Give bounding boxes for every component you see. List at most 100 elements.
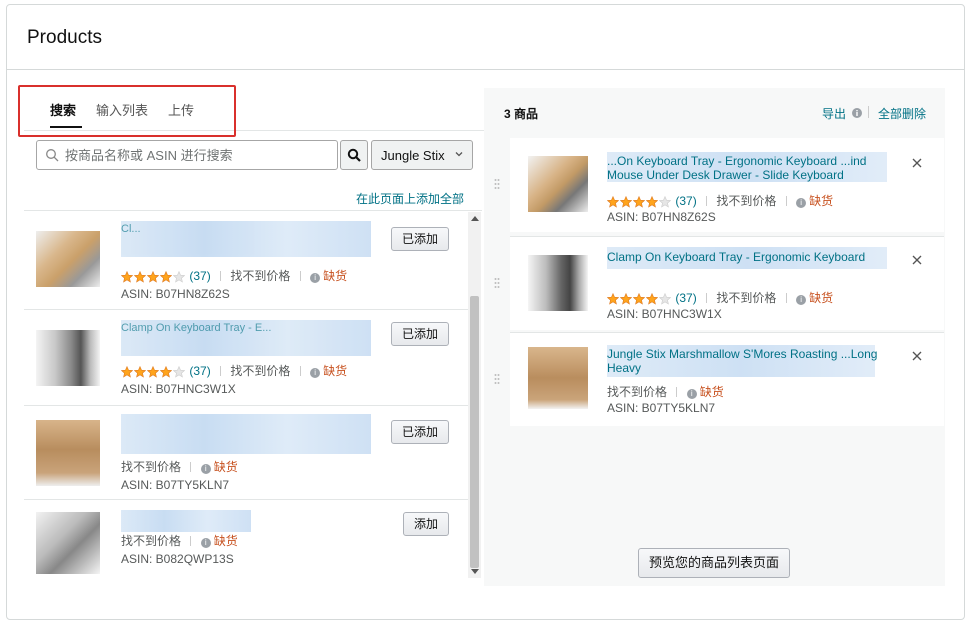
remove-icon[interactable]: [910, 156, 924, 170]
asin-label: ASIN: B07TY5KLN7: [607, 401, 716, 415]
star-icon: [173, 270, 185, 283]
stock-status: 缺货: [213, 534, 238, 548]
info-icon: i: [200, 538, 211, 548]
search-field[interactable]: [36, 140, 338, 170]
price-label: 找不到价格: [607, 385, 668, 399]
selected-item: Jungle Stix Marshmallow S'Mores Roasting…: [494, 332, 944, 426]
scroll-thumb[interactable]: [470, 296, 479, 568]
price-label: 找不到价格: [121, 460, 182, 474]
info-icon: i: [200, 464, 211, 474]
divider: [706, 196, 708, 206]
product-thumbnail: [36, 231, 100, 287]
star-icon: [620, 195, 632, 208]
divider: [299, 271, 301, 281]
review-count[interactable]: (37): [189, 364, 210, 378]
star-icon: [160, 365, 172, 378]
divider: [676, 387, 678, 397]
stock-status: 缺货: [809, 194, 834, 208]
export-link[interactable]: 导出: [822, 105, 846, 122]
brand-select[interactable]: Jungle Stix: [371, 140, 473, 170]
divider: [190, 462, 192, 472]
rating-stars: [121, 365, 186, 379]
divider: [220, 366, 222, 376]
search-icon: [347, 148, 361, 162]
info-icon: i: [796, 198, 807, 208]
price-label: 找不到价格: [230, 269, 291, 283]
info-icon: [852, 108, 862, 118]
price-label: 找不到价格: [716, 291, 777, 305]
star-icon: [646, 292, 658, 305]
star-icon: [633, 195, 645, 208]
add-all-on-page-link[interactable]: 在此页面上添加全部: [356, 190, 464, 207]
stock-status: 缺货: [323, 269, 348, 283]
result-item: Clamp On Keyboard Tray - E... (37) 找不到价格…: [24, 309, 468, 404]
divider: [785, 196, 787, 206]
star-icon: [633, 292, 645, 305]
star-icon: [160, 270, 172, 283]
info-icon: i: [310, 368, 321, 378]
price-label: 找不到价格: [716, 194, 777, 208]
product-status-line: 找不到价格 i 缺货: [121, 458, 238, 475]
selected-item-title[interactable]: Jungle Stix Marshmallow S'Mores Roasting…: [607, 347, 897, 375]
drag-handle-icon[interactable]: [494, 277, 500, 289]
rating-stars: [121, 270, 186, 284]
price-label: 找不到价格: [121, 534, 182, 548]
brand-select-value: Jungle Stix: [381, 148, 445, 163]
product-thumbnail: [36, 330, 100, 386]
review-count[interactable]: (37): [189, 269, 210, 283]
product-thumbnail: [528, 347, 588, 409]
preview-listing-button[interactable]: 预览您的商品列表页面: [638, 548, 790, 578]
add-button[interactable]: 添加: [403, 512, 449, 536]
added-button[interactable]: 已添加: [391, 420, 449, 444]
scroll-down-arrow[interactable]: [471, 569, 479, 574]
divider: [220, 271, 222, 281]
product-thumbnail: [36, 420, 100, 486]
review-count[interactable]: (37): [675, 291, 696, 305]
star-icon: [607, 195, 619, 208]
scroll-up-arrow[interactable]: [471, 216, 479, 221]
selected-item-title[interactable]: Clamp On Keyboard Tray - Ergonomic Keybo…: [607, 250, 897, 264]
result-item: 找不到价格 i 缺货 ASIN: B07TY5KLN7 已添加: [24, 405, 468, 500]
result-item: 找不到价格 i 缺货 ASIN: B082QWP13S 添加: [24, 499, 468, 580]
stock-status: 缺货: [699, 385, 724, 399]
price-label: 找不到价格: [230, 364, 291, 378]
search-icon: [46, 149, 59, 162]
star-icon: [659, 292, 671, 305]
product-title: Cl...: [121, 223, 141, 235]
added-button[interactable]: 已添加: [391, 227, 449, 251]
search-button[interactable]: [340, 140, 368, 170]
result-item: Cl... (37) 找不到价格 i 缺货 ASIN: B07HN8Z62S 已添…: [24, 213, 468, 308]
drag-handle-icon[interactable]: [494, 373, 500, 385]
info-icon: i: [310, 273, 321, 283]
product-title-blurred: [121, 510, 251, 532]
product-title-blurred: Cl...: [121, 221, 371, 257]
search-input[interactable]: [65, 141, 335, 169]
divider: [868, 106, 869, 118]
star-icon: [147, 365, 159, 378]
product-title: Clamp On Keyboard Tray - E...: [121, 322, 272, 334]
remove-icon[interactable]: [910, 349, 924, 363]
selected-count: 3 商品: [504, 107, 539, 121]
asin-label: ASIN: B07HN8Z62S: [607, 210, 716, 224]
added-button[interactable]: 已添加: [391, 322, 449, 346]
product-thumbnail: [528, 156, 588, 212]
product-title-blurred: [121, 414, 371, 454]
remove-icon[interactable]: [910, 253, 924, 267]
drag-handle-icon[interactable]: [494, 178, 500, 190]
product-status-line: (37) 找不到价格 i 缺货: [607, 289, 833, 306]
star-icon: [121, 270, 133, 283]
divider: [706, 293, 708, 303]
product-status-line: (37) 找不到价格 i 缺货: [121, 362, 347, 379]
product-title-blurred: Clamp On Keyboard Tray - E...: [121, 320, 371, 356]
info-icon: i: [796, 295, 807, 305]
asin-label: ASIN: B07HNC3W1X: [121, 382, 236, 396]
delete-all-link[interactable]: 全部删除: [878, 105, 926, 122]
star-icon: [121, 365, 133, 378]
asin-label: ASIN: B07TY5KLN7: [121, 478, 230, 492]
divider: [299, 366, 301, 376]
review-count[interactable]: (37): [675, 194, 696, 208]
selected-item-title[interactable]: ...On Keyboard Tray - Ergonomic Keyboard…: [607, 154, 897, 182]
selected-item: Clamp On Keyboard Tray - Ergonomic Keybo…: [494, 236, 944, 330]
product-status-line: (37) 找不到价格 i 缺货: [607, 192, 833, 209]
results-scrollbar[interactable]: [468, 212, 481, 578]
